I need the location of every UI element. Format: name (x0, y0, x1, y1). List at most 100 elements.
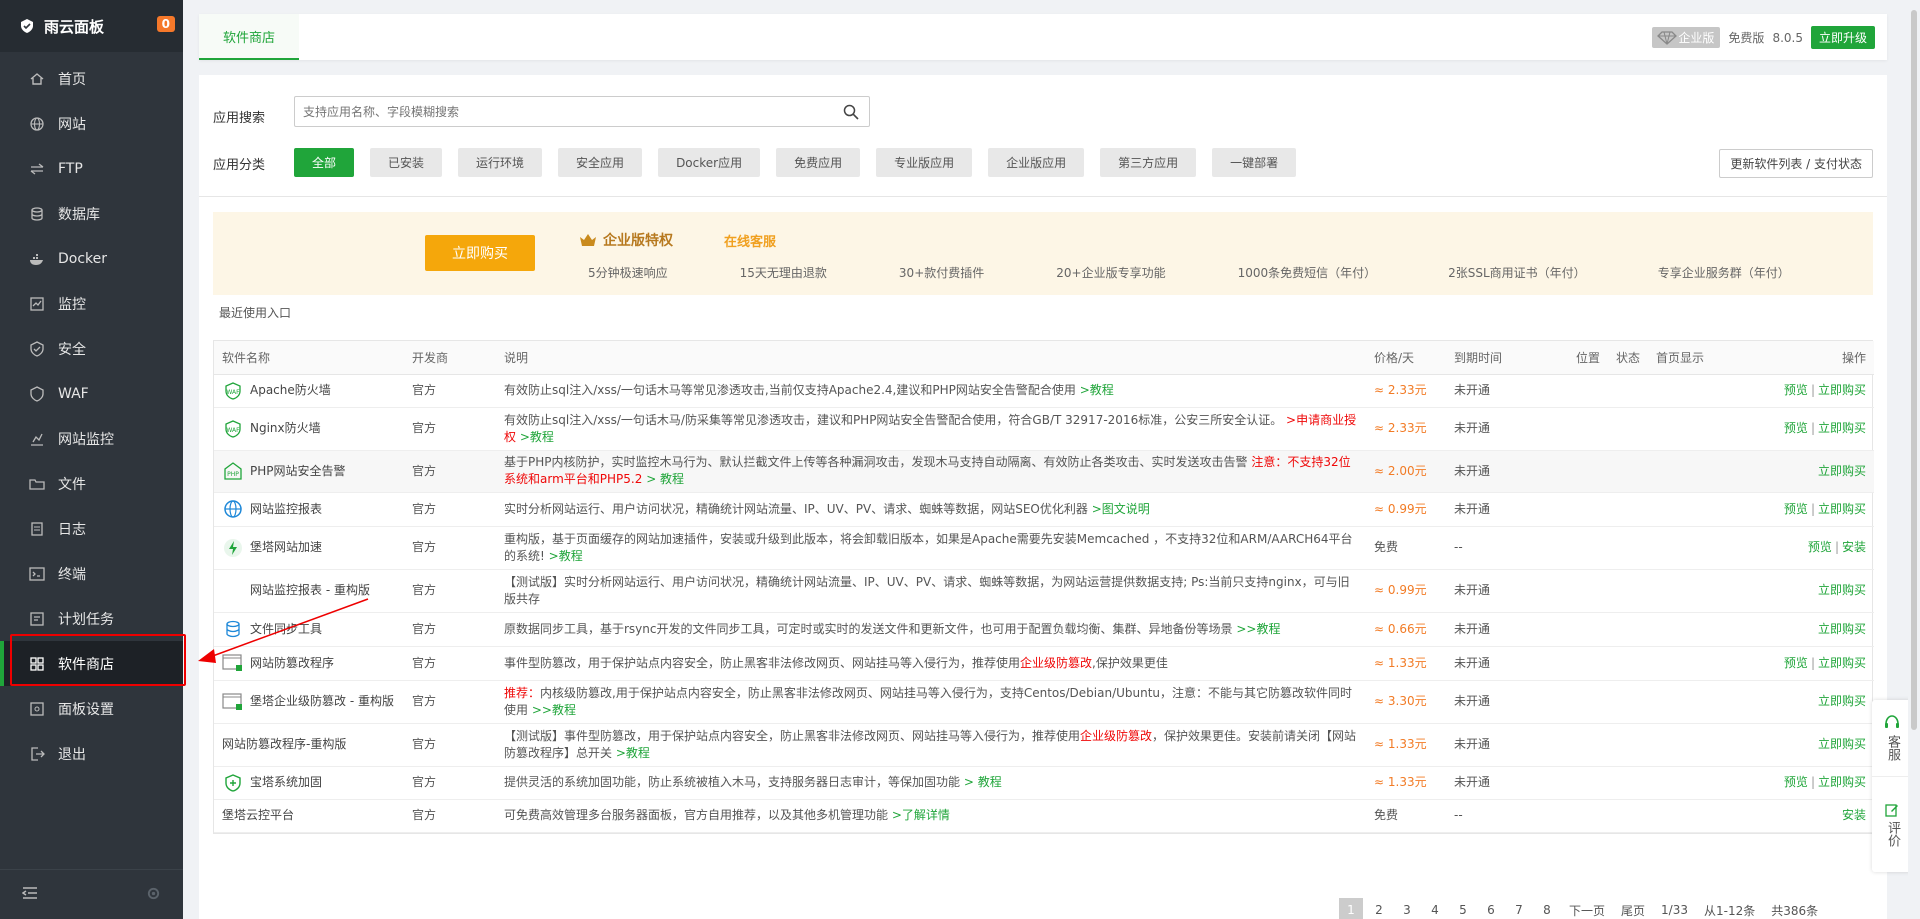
page-7[interactable]: 7 (1507, 898, 1531, 919)
table-row[interactable]: PHP PHP网站安全告警 官方 基于PHP内核防护，实时监控木马行为、默认拦截文件上… (214, 450, 1874, 493)
page-6[interactable]: 6 (1479, 898, 1503, 919)
category-tab-3[interactable]: 安全应用 (558, 148, 643, 177)
table-row[interactable]: 堡塔企业级防篡改 - 重构版 官方 推荐：内核级防篡改,用于保护站点内容安全，防止黑… (214, 680, 1874, 724)
table-row[interactable]: 网站监控报表 - 重构版 官方 【测试版】实时分析网站运行、用户访问状况，精确统计网… (214, 569, 1874, 613)
scrollbar-thumb[interactable] (1911, 10, 1917, 730)
tutorial-link[interactable]: >教程 (1080, 383, 1114, 397)
sidebar-item-6[interactable]: 安全 (0, 326, 183, 371)
brand[interactable]: 雨云面板 0 (0, 0, 183, 52)
sidebar-item-2[interactable]: FTP (0, 146, 183, 191)
category-tab-0[interactable]: 全部 (294, 148, 355, 177)
install-button[interactable]: 安装 (1842, 540, 1866, 554)
table-row[interactable]: 文件同步工具 官方 原数据同步工具，基于rsync开发的文件同步工具，可定时或实时的… (214, 612, 1874, 647)
sidebar-item-12[interactable]: 计划任务 (0, 596, 183, 641)
install-button[interactable]: 安装 (1842, 808, 1866, 822)
category-tab-6[interactable]: 专业版应用 (876, 148, 973, 177)
buy-button[interactable]: 立即购买 (1818, 656, 1866, 670)
table-row[interactable]: 网站防篡改程序-重构版 官方 【测试版】事件型防篡改，用于保护站点内容安全，防止黑客… (214, 723, 1874, 767)
notification-badge[interactable]: 0 (156, 16, 175, 32)
cell-description: 可免费高效管理多台服务器面板，官方自用推荐，以及其他多机管理功能 >了解详情 (496, 799, 1366, 833)
sidebar-item-7[interactable]: WAF (0, 371, 183, 416)
search-icon[interactable] (843, 104, 859, 123)
buy-now-button[interactable]: 立即购买 (425, 235, 535, 271)
preview-button[interactable]: 预览 (1784, 656, 1808, 670)
review-button[interactable]: 评价 (1872, 776, 1912, 872)
tutorial-link[interactable]: >图文说明 (1092, 502, 1150, 516)
buy-button[interactable]: 立即购买 (1818, 421, 1866, 435)
page-3[interactable]: 3 (1395, 898, 1419, 919)
enterprise-tag[interactable]: 企业版 (1652, 27, 1721, 48)
buy-button[interactable]: 立即购买 (1818, 502, 1866, 516)
sidebar-item-5[interactable]: 监控 (0, 281, 183, 326)
buy-button[interactable]: 立即购买 (1818, 583, 1866, 597)
page-2[interactable]: 2 (1367, 898, 1391, 919)
sidebar-item-8[interactable]: 网站监控 (0, 416, 183, 461)
preview-button[interactable]: 预览 (1808, 540, 1832, 554)
buy-button[interactable]: 立即购买 (1818, 383, 1866, 397)
table-row[interactable]: 网站监控报表 官方 实时分析网站运行、用户访问状况，精确统计网站流量、IP、UV、P… (214, 492, 1874, 527)
highlight-link[interactable]: 企业级防篡改 (1020, 656, 1092, 670)
sidebar-item-15[interactable]: 退出 (0, 731, 183, 776)
tutorial-link[interactable]: >教程 (520, 430, 554, 444)
sidebar-item-label: 网站 (58, 116, 86, 133)
online-service-link[interactable]: 在线客服 (724, 231, 776, 250)
sidebar-item-4[interactable]: Docker (0, 236, 183, 281)
tutorial-link[interactable]: >了解详情 (892, 808, 950, 822)
page-5[interactable]: 5 (1451, 898, 1475, 919)
table-row[interactable]: 网站防篡改程序 官方 事件型防篡改，用于保护站点内容安全，防止黑客非法修改网页、网站… (214, 646, 1874, 681)
sidebar-item-13[interactable]: 软件商店 (0, 641, 183, 686)
highlight-link[interactable]: 企业级防篡改 (1080, 729, 1152, 743)
category-tab-7[interactable]: 企业版应用 (988, 148, 1085, 177)
customer-service-button[interactable]: 客服 (1872, 700, 1912, 776)
category-tab-8[interactable]: 第三方应用 (1100, 148, 1197, 177)
preview-button[interactable]: 预览 (1784, 502, 1808, 516)
next-page-button[interactable]: 下一页 (1563, 898, 1611, 919)
tutorial-link[interactable]: >教程 (616, 746, 650, 760)
refresh-software-list-button[interactable]: 更新软件列表 / 支付状态 (1719, 149, 1873, 178)
search-input[interactable] (295, 97, 825, 126)
category-tab-9[interactable]: 一键部署 (1212, 148, 1297, 177)
sidebar-item-11[interactable]: 终端 (0, 551, 183, 596)
sidebar-item-14[interactable]: 面板设置 (0, 686, 183, 731)
category-tab-4[interactable]: Docker应用 (658, 148, 761, 177)
preview-button[interactable]: 预览 (1784, 775, 1808, 789)
category-tab-2[interactable]: 运行环境 (458, 148, 543, 177)
sidebar-item-3[interactable]: 数据库 (0, 191, 183, 236)
sidebar-item-1[interactable]: 网站 (0, 101, 183, 146)
sidebar-item-label: 终端 (58, 566, 86, 583)
table-row[interactable]: WAF Apache防火墙 官方 有效防止sql注入/xss/一句话木马等常见渗透攻击… (214, 374, 1874, 408)
tutorial-link[interactable]: > 教程 (646, 472, 684, 486)
category-tab-5[interactable]: 免费应用 (776, 148, 861, 177)
table-header-row: 软件名称 开发商 说明 价格/天 到期时间 位置 状态 首页显示 操作 (214, 341, 1874, 375)
table-row[interactable]: WAF Nginx防火墙 官方 有效防止sql注入/xss/一句话木马/防采集等常见渗… (214, 407, 1874, 451)
page-scrollbar[interactable] (1908, 0, 1920, 919)
buy-button[interactable]: 立即购买 (1818, 775, 1866, 789)
page-4[interactable]: 4 (1423, 898, 1447, 919)
sidebar-item-0[interactable]: 首页 (0, 56, 183, 101)
preview-button[interactable]: 预览 (1784, 383, 1808, 397)
last-page-button[interactable]: 尾页 (1615, 898, 1651, 919)
collapse-icon[interactable] (21, 886, 38, 903)
tutorial-link[interactable]: >>教程 (1236, 622, 1280, 636)
sidebar-item-10[interactable]: 日志 (0, 506, 183, 551)
buy-button[interactable]: 立即购买 (1818, 737, 1866, 751)
page-1[interactable]: 1 (1339, 898, 1363, 919)
gear-icon[interactable] (146, 886, 161, 904)
tab-software-store[interactable]: 软件商店 (199, 14, 300, 60)
tutorial-link[interactable]: >>教程 (532, 703, 576, 717)
cell-price: 免费 (1366, 799, 1446, 833)
page-8[interactable]: 8 (1535, 898, 1559, 919)
cell-expire: 未开通 (1446, 407, 1568, 451)
table-row[interactable]: 堡塔网站加速 官方 重构版，基于页面缓存的网站加速插件，安装或升级到此版本，将会卸载… (214, 526, 1874, 570)
sidebar-item-9[interactable]: 文件 (0, 461, 183, 506)
table-row[interactable]: 堡塔云控平台 官方 可免费高效管理多台服务器面板，官方自用推荐，以及其他多机管理功能… (214, 799, 1874, 833)
tutorial-link[interactable]: > 教程 (964, 775, 1002, 789)
category-tab-1[interactable]: 已安装 (370, 148, 443, 177)
table-row[interactable]: 宝塔系统加固 官方 提供灵活的系统加固功能，防止系统被植入木马，支持服务器日志审计，… (214, 766, 1874, 800)
upgrade-button[interactable]: 立即升级 (1810, 26, 1875, 49)
buy-button[interactable]: 立即购买 (1818, 694, 1866, 708)
preview-button[interactable]: 预览 (1784, 421, 1808, 435)
tutorial-link[interactable]: >教程 (549, 549, 583, 563)
buy-button[interactable]: 立即购买 (1818, 464, 1866, 478)
buy-button[interactable]: 立即购买 (1818, 622, 1866, 636)
